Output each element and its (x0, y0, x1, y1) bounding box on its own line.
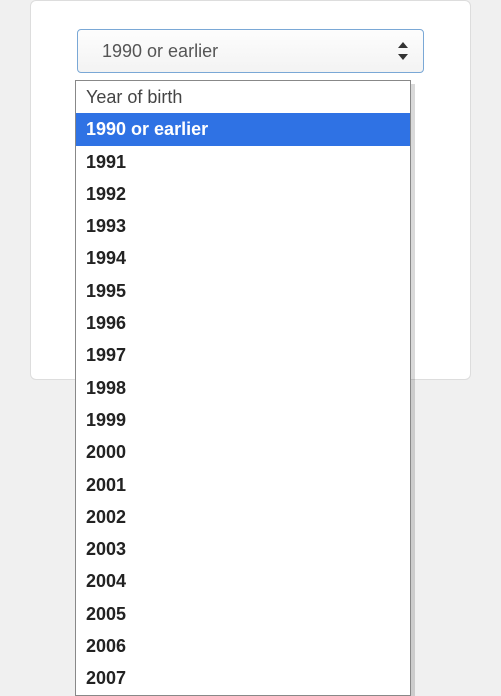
dropdown-option[interactable]: 2006 (76, 630, 410, 662)
dropdown-option[interactable]: 1993 (76, 210, 410, 242)
select-current-value: 1990 or earlier (102, 41, 218, 62)
dropdown-option[interactable]: Year of birth (76, 81, 410, 113)
dropdown-option[interactable]: 2007 (76, 662, 410, 694)
year-of-birth-dropdown[interactable]: Year of birth1990 or earlier199119921993… (75, 80, 411, 696)
dropdown-option[interactable]: 1992 (76, 178, 410, 210)
dropdown-option[interactable]: 2003 (76, 533, 410, 565)
dropdown-option[interactable]: 1994 (76, 242, 410, 274)
dropdown-option[interactable]: 1990 or earlier (76, 113, 410, 145)
dropdown-option[interactable]: 2001 (76, 469, 410, 501)
year-of-birth-select[interactable]: 1990 or earlier (77, 29, 424, 73)
updown-caret-icon (397, 42, 409, 60)
dropdown-option[interactable]: 2004 (76, 565, 410, 597)
dropdown-option[interactable]: 1999 (76, 404, 410, 436)
dropdown-option[interactable]: 2005 (76, 598, 410, 630)
dropdown-option[interactable]: 1997 (76, 339, 410, 371)
dropdown-option[interactable]: 2000 (76, 436, 410, 468)
dropdown-option[interactable]: 1998 (76, 372, 410, 404)
dropdown-option[interactable]: 1991 (76, 146, 410, 178)
dropdown-option[interactable]: 1996 (76, 307, 410, 339)
dropdown-option[interactable]: 1995 (76, 275, 410, 307)
dropdown-option[interactable]: 2002 (76, 501, 410, 533)
